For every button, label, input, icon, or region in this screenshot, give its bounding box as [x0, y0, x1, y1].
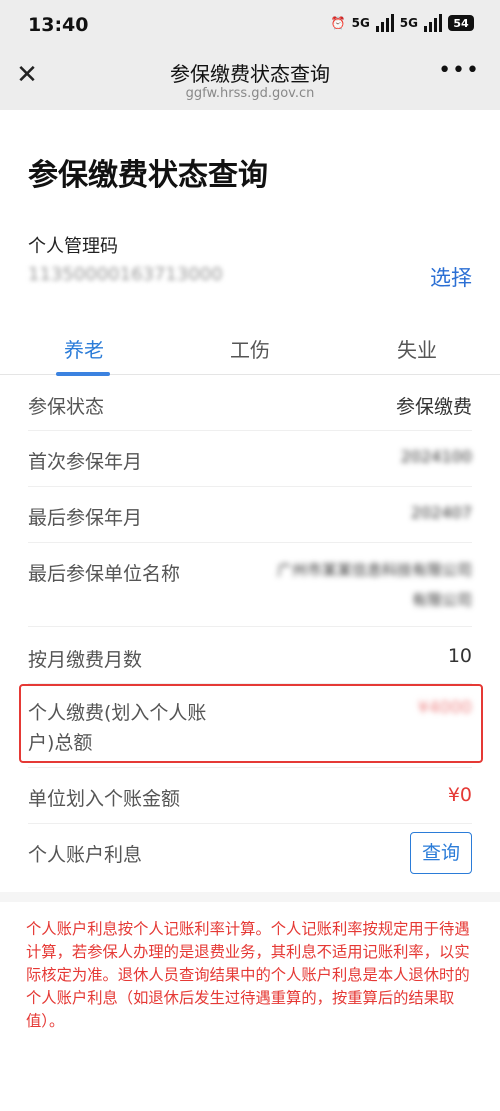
row-insurance-status: 参保状态 参保缴费 [28, 376, 472, 431]
status-bar: 13:40 ⏰ 5G 5G 54 [0, 0, 500, 52]
row-label: 按月缴费月数 [28, 649, 143, 671]
network-label-1: 5G [351, 16, 370, 30]
row-value-line2: 有限公司 [411, 591, 472, 609]
row-value: 2024100 [400, 447, 472, 466]
select-button[interactable]: 选择 [430, 262, 472, 292]
row-value: 10 [447, 645, 472, 667]
row-value-line1: 广州市某某信息科技有限公司 [276, 561, 472, 579]
tab-bar: 养老 工伤 失业 [0, 320, 500, 376]
row-value: ¥0 [447, 784, 472, 806]
row-label: 首次参保年月 [28, 451, 143, 473]
status-icons: ⏰ 5G 5G 54 [331, 14, 474, 32]
row-monthly-payment-count: 按月缴费月数 10 [28, 627, 472, 684]
highlight-box [19, 684, 483, 763]
page-title: 参保缴费状态查询 [28, 158, 268, 193]
management-code-value: 11350000163713000 [28, 264, 223, 285]
page-content: 参保缴费状态查询 个人管理码 11350000163713000 选择 养老 工… [0, 110, 500, 1111]
signal-icon [375, 14, 394, 32]
row-value: 202407 [410, 503, 472, 522]
section-divider [0, 892, 500, 902]
row-label: 单位划入个账金额 [28, 788, 181, 810]
tab-unemployment[interactable]: 失业 [397, 334, 437, 363]
alarm-icon: ⏰ [330, 16, 346, 30]
nav-title: 参保缴费状态查询 [170, 62, 330, 86]
row-label: 最后参保年月 [28, 507, 143, 529]
row-label: 参保状态 [28, 396, 105, 418]
more-icon[interactable]: ••• [438, 58, 480, 83]
signal-icon-2 [424, 14, 442, 32]
query-interest-button[interactable]: 查询 [410, 832, 472, 874]
tab-work-injury[interactable]: 工伤 [230, 334, 270, 363]
row-employer-contribution: 单位划入个账金额 ¥0 [28, 768, 472, 824]
row-label: 个人账户利息 [28, 844, 143, 866]
battery-icon: 54 [448, 15, 474, 31]
interest-note: 个人账户利息按个人记账利率计算。个人记账利率按规定用于待遇计算，若参保人办理的是… [26, 920, 470, 1030]
nav-url: ggfw.hrss.gd.gov.cn [185, 86, 315, 101]
nav-bar: ✕ 参保缴费状态查询 ggfw.hrss.gd.gov.cn ••• [0, 52, 500, 110]
row-last-employer: 最后参保单位名称 广州市某某信息科技有限公司 有限公司 [28, 543, 472, 627]
status-time: 13:40 [28, 14, 89, 36]
management-code-label: 个人管理码 [28, 236, 118, 257]
row-account-interest: 个人账户利息 查询 [28, 824, 472, 892]
network-label-2: 5G [399, 16, 418, 30]
row-label: 最后参保单位名称 [28, 563, 181, 585]
row-first-enroll-month: 首次参保年月 2024100 [28, 431, 472, 487]
row-value: 参保缴费 [395, 396, 472, 418]
tab-pension[interactable]: 养老 [64, 334, 104, 363]
row-last-enroll-month: 最后参保年月 202407 [28, 487, 472, 543]
